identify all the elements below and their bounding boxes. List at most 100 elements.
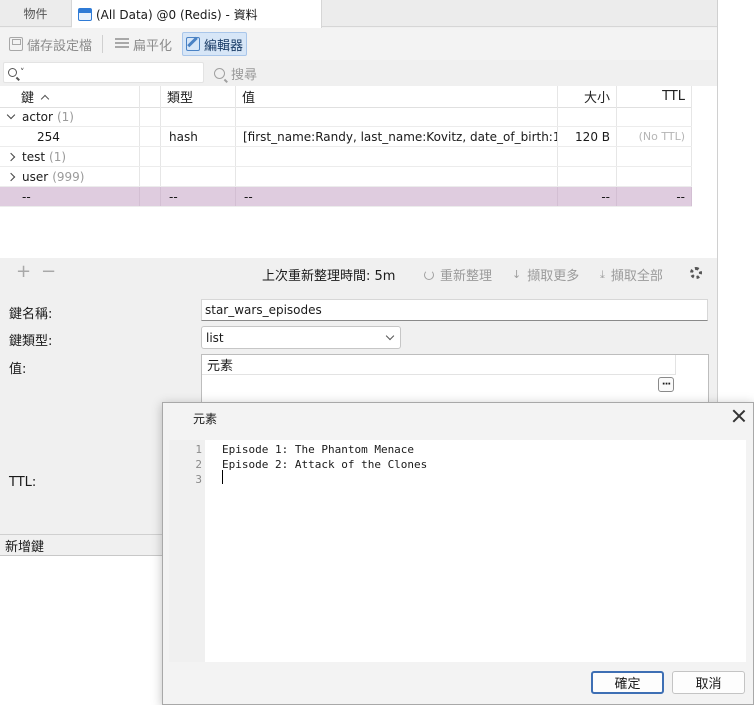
chevron-down-icon — [385, 331, 395, 341]
ttl-label: TTL: — [9, 475, 37, 490]
key-cell[interactable]: 254 — [0, 127, 140, 146]
ttl-cell — [617, 167, 692, 186]
column-header-key[interactable]: 鍵 — [0, 86, 140, 107]
code-line[interactable]: Episode 2: Attack of the Clones — [222, 458, 427, 471]
fetch-more-button[interactable]: ↓ 擷取更多 — [512, 265, 579, 284]
type-cell[interactable]: -- — [161, 187, 236, 206]
column-header-key-label: 鍵 — [21, 91, 35, 106]
key-cell[interactable]: actor (1) — [0, 107, 140, 126]
element-editor-dialog: 元素 1 2 3 Episode 1: The Phantom Menace E… — [162, 402, 754, 705]
delete-row-button[interactable]: − — [41, 263, 56, 281]
blank-cell — [140, 187, 161, 206]
table-icon — [78, 7, 92, 21]
save-profile-button[interactable]: 儲存設定檔 — [5, 32, 96, 56]
line-number: 3 — [195, 473, 202, 486]
chevron-down-icon[interactable] — [6, 110, 16, 119]
value-cell: [first_name:Randy, last_name:Kovitz, dat… — [236, 127, 558, 146]
fetch-all-button[interactable]: ⤓ 擷取全部 — [600, 265, 663, 285]
save-profile-label: 儲存設定檔 — [27, 38, 93, 54]
search-icon — [214, 68, 225, 79]
gear-icon[interactable] — [690, 267, 702, 279]
ok-button[interactable]: 確定 — [591, 671, 664, 694]
edit-icon — [186, 37, 201, 51]
key-name: 254 — [37, 129, 60, 144]
search-button[interactable]: 搜尋 — [214, 64, 257, 83]
search-button-label: 搜尋 — [231, 68, 258, 83]
table-row[interactable]: test (1) — [0, 147, 692, 167]
line-number-gutter: 1 2 3 — [169, 440, 205, 662]
value-cell — [236, 147, 558, 166]
editor-label: 編輯器 — [204, 38, 244, 54]
key-cell[interactable]: user (999) — [0, 167, 140, 186]
key-name: actor — [22, 109, 53, 124]
last-refresh-label: 上次重新整理時間: 5m — [262, 269, 396, 284]
blank-cell — [140, 167, 161, 186]
blank-cell — [140, 147, 161, 166]
column-header-value[interactable]: 值 — [236, 86, 558, 107]
add-row-button[interactable]: + — [16, 263, 31, 281]
chevron-right-icon[interactable] — [6, 172, 16, 181]
key-count: (1) — [56, 109, 74, 124]
column-header-ttl[interactable]: TTL — [617, 86, 692, 107]
ttl-cell — [617, 147, 692, 166]
flatten-button[interactable]: 扁平化 — [111, 32, 176, 56]
size-cell[interactable]: -- — [558, 187, 617, 206]
value-cell — [236, 167, 558, 186]
value-cell[interactable]: -- — [236, 187, 558, 206]
table-row[interactable]: actor (1) — [0, 107, 692, 127]
ttl-cell — [617, 107, 692, 126]
list-icon — [115, 38, 130, 50]
key-name: user — [22, 169, 49, 184]
value-label: 值: — [9, 362, 27, 377]
refresh-icon — [424, 269, 434, 280]
key-type-select[interactable]: list — [201, 326, 401, 349]
arrow-down-icon: ↓ — [512, 268, 522, 281]
key-name-label: 鍵名稱: — [9, 307, 53, 322]
toolbar: 儲存設定檔 扁平化 編輯器 — [0, 28, 717, 60]
tab-data[interactable]: (All Data) @0 (Redis) - 資料 — [72, 0, 322, 28]
line-number: 2 — [195, 458, 202, 471]
arrow-down-bar-icon: ⤓ — [600, 267, 605, 281]
key-count: (999) — [52, 169, 85, 184]
new-key-status: 新增鍵 — [5, 540, 45, 555]
line-number: 1 — [195, 443, 202, 456]
column-header-size[interactable]: 大小 — [558, 86, 617, 107]
toolbar-separator — [102, 35, 104, 53]
close-icon[interactable] — [732, 409, 746, 423]
tab-data-label: (All Data) @0 (Redis) - 資料 — [96, 7, 258, 22]
search-input[interactable]: ˅ — [3, 62, 204, 83]
tab-objects[interactable]: 物件 — [0, 0, 72, 27]
table-row[interactable]: user (999) — [0, 167, 692, 187]
text-editor[interactable]: 1 2 3 Episode 1: The Phantom Menace Epis… — [169, 440, 746, 662]
editor-button[interactable]: 編輯器 — [182, 32, 248, 56]
ellipsis-button[interactable]: ··· — [658, 377, 674, 392]
sort-ascending-icon — [40, 94, 50, 103]
search-icon — [8, 68, 17, 77]
size-cell — [558, 107, 617, 126]
ttl-cell[interactable]: -- — [617, 187, 692, 206]
type-cell — [161, 147, 236, 166]
column-header-blank — [140, 86, 161, 107]
key-cell[interactable]: -- — [0, 187, 140, 206]
refresh-label: 重新整理 — [440, 269, 493, 284]
key-cell[interactable]: test (1) — [0, 147, 140, 166]
list-column-header[interactable]: 元素 — [202, 355, 676, 375]
table-row[interactable]: 254 hash [first_name:Randy, last_name:Ko… — [0, 127, 692, 147]
type-cell: hash — [161, 127, 236, 146]
tab-bar: 物件 (All Data) @0 (Redis) - 資料 — [0, 0, 717, 28]
column-header-type[interactable]: 類型 — [161, 86, 236, 107]
blank-cell — [140, 107, 161, 126]
search-dropdown-caret[interactable]: ˅ — [20, 68, 25, 78]
chevron-right-icon[interactable] — [6, 152, 16, 161]
grid-header: 鍵 類型 值 大小 TTL — [0, 86, 692, 108]
ttl-cell: (No TTL) — [617, 127, 692, 146]
key-type-label: 鍵類型: — [9, 334, 53, 349]
cancel-button[interactable]: 取消 — [672, 671, 745, 694]
code-line[interactable]: Episode 1: The Phantom Menace — [222, 443, 414, 456]
new-row[interactable]: -- -- -- -- -- — [0, 187, 692, 207]
key-name-input[interactable]: star_wars_episodes — [201, 299, 708, 321]
refresh-button[interactable]: 重新整理 — [424, 265, 492, 284]
key-name: test — [22, 149, 46, 164]
data-grid: 鍵 類型 值 大小 TTL actor (1) 254 hash [first_… — [0, 86, 717, 258]
size-cell — [558, 147, 617, 166]
